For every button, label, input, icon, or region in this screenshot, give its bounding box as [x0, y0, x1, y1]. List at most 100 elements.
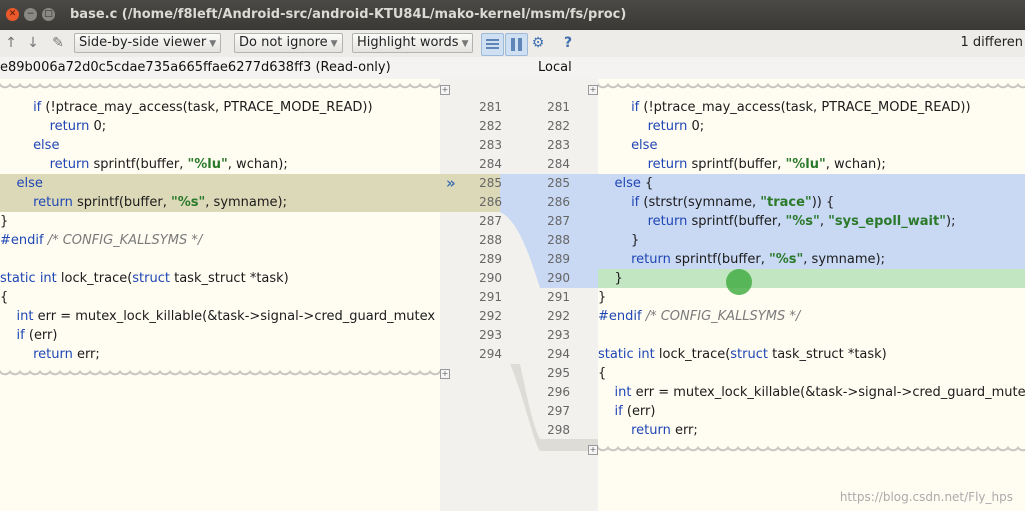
left-code-line: #endif /* CONFIG_KALLSYMS */ — [0, 233, 203, 248]
left-code-line: static int lock_trace(struct task_struct… — [0, 271, 289, 286]
right-code-line: #endif /* CONFIG_KALLSYMS */ — [598, 309, 801, 324]
close-window-button[interactable]: ✕ — [6, 8, 19, 21]
right-line-number: 283 — [547, 138, 570, 152]
apply-change-chevron-icon[interactable]: » — [446, 174, 456, 193]
left-editor-pane[interactable]: if (!ptrace_may_access(task, PTRACE_MODE… — [0, 79, 440, 511]
gutter-marker: + — [440, 369, 450, 379]
left-line-number: 293 — [479, 328, 502, 342]
left-line-number: 284 — [479, 157, 502, 171]
gutter-marker: + — [440, 85, 450, 95]
chevron-down-icon: ▼ — [209, 39, 217, 49]
left-line-number: 294 — [479, 347, 502, 361]
right-line-number: 288 — [547, 233, 570, 247]
left-line-number: 286 — [479, 195, 502, 209]
right-code-line: if (!ptrace_may_access(task, PTRACE_MODE… — [631, 100, 971, 115]
right-code-line: static int lock_trace(struct task_struct… — [598, 347, 887, 362]
right-code-line: return err; — [631, 423, 698, 438]
right-line-number: 284 — [547, 157, 570, 171]
viewer-mode-dropdown[interactable]: Side-by-side viewer ▼ — [74, 33, 222, 53]
window-title: base.c (/home/f8left/Android-src/android… — [70, 7, 627, 22]
right-line-number: 294 — [547, 347, 570, 361]
collapsed-region-marker — [0, 81, 440, 97]
highlight-mode-dropdown[interactable]: Highlight words ▼ — [352, 33, 474, 53]
maximize-window-button[interactable]: □ — [42, 8, 55, 21]
sync-scroll-toggle[interactable] — [505, 33, 528, 56]
collapsed-region-marker — [0, 368, 440, 384]
right-line-number: 295 — [547, 366, 570, 380]
left-line-number: 291 — [479, 290, 502, 304]
right-line-number: 282 — [547, 119, 570, 133]
right-line-number: 286 — [547, 195, 570, 209]
right-line-number: 287 — [547, 214, 570, 228]
gutter-marker: + — [588, 85, 598, 95]
left-line-number: 283 — [479, 138, 502, 152]
right-line-number: 285 — [547, 176, 570, 190]
right-line-number: 290 — [547, 271, 570, 285]
difference-count: 1 differen — [960, 35, 1023, 50]
viewer-mode-label: Side-by-side viewer — [79, 35, 207, 50]
next-difference-icon[interactable]: ↓ — [26, 34, 40, 52]
left-line-number: 288 — [479, 233, 502, 247]
left-code-line: return err; — [33, 347, 100, 362]
whitespace-ignore-dropdown[interactable]: Do not ignore ▼ — [234, 33, 343, 53]
right-line-number: 281 — [547, 100, 570, 114]
help-icon[interactable]: ? — [561, 34, 575, 52]
line-number-gutter: + + + + » 281 282 283 284 285 286 287 288 289 290… — [440, 79, 598, 511]
right-code-line: int err = mutex_lock_killable(&task->sig… — [614, 385, 1025, 400]
collapsed-region-marker — [598, 444, 1025, 460]
left-changed-line: else — [0, 174, 440, 193]
left-line-number: 282 — [479, 119, 502, 133]
right-inserted-line: } — [598, 269, 1025, 288]
left-line-number: 287 — [479, 214, 502, 228]
right-code-line: return 0; — [647, 119, 705, 134]
right-changed-line: else { — [598, 174, 1025, 193]
left-code-line: return 0; — [49, 119, 107, 134]
left-line-number: 285 — [479, 176, 502, 190]
settings-gear-icon[interactable]: ⚙ — [530, 34, 546, 52]
chevron-down-icon: ▼ — [461, 39, 469, 49]
left-line-number: 292 — [479, 309, 502, 323]
right-line-number: 291 — [547, 290, 570, 304]
collapse-unchanged-toggle[interactable] — [481, 33, 504, 56]
right-line-number: 298 — [547, 423, 570, 437]
previous-difference-icon[interactable]: ↑ — [4, 34, 18, 52]
watermark: https://blog.csdn.net/Fly_hps — [839, 490, 1013, 504]
left-code-line: if (!ptrace_may_access(task, PTRACE_MODE… — [33, 100, 373, 115]
right-changed-line: if (strstr(symname, "trace")) { — [598, 193, 1025, 212]
left-line-number: 281 — [479, 100, 502, 114]
left-code-line: if (err) — [16, 328, 58, 343]
left-changed-line: return sprintf(buffer, "%s", symname); — [0, 193, 440, 212]
right-code-line: else — [631, 138, 658, 153]
right-changed-line: return sprintf(buffer, "%s", "sys_epoll_… — [598, 212, 1025, 231]
left-code-line: } — [0, 214, 9, 229]
right-changed-line: return sprintf(buffer, "%s", symname); — [598, 250, 1025, 269]
right-line-number: 297 — [547, 404, 570, 418]
toolbar: ↑ ↓ ✎ Side-by-side viewer ▼ Do not ignore… — [0, 30, 1025, 58]
left-line-number: 290 — [479, 271, 502, 285]
right-code-line: return sprintf(buffer, "%lu", wchan); — [647, 157, 886, 172]
left-line-number: 289 — [479, 252, 502, 266]
revision-header: e89b006a72d0c5cdae735a665ffae6277d638ff3… — [0, 57, 1025, 79]
right-changed-line: } — [598, 231, 1025, 250]
right-line-number: 289 — [547, 252, 570, 266]
title-bar: ✕ − □ base.c (/home/f8left/Android-src/a… — [0, 0, 1025, 30]
right-line-number: 292 — [547, 309, 570, 323]
collapsed-region-marker — [598, 81, 1025, 97]
highlight-mode-label: Highlight words — [357, 35, 459, 50]
right-code-line: { — [598, 366, 607, 381]
chevron-down-icon: ▼ — [330, 39, 338, 49]
right-code-line: } — [598, 290, 607, 305]
left-code-line: else — [33, 138, 60, 153]
edit-source-icon[interactable]: ✎ — [50, 34, 66, 52]
minimize-window-button[interactable]: − — [24, 8, 37, 21]
right-editor-pane[interactable]: if (!ptrace_may_access(task, PTRACE_MODE… — [598, 79, 1025, 511]
left-revision-label: e89b006a72d0c5cdae735a665ffae6277d638ff3… — [0, 60, 391, 75]
gutter-marker: + — [588, 445, 598, 455]
right-line-number: 296 — [547, 385, 570, 399]
right-revision-label: Local — [538, 60, 572, 75]
right-line-number: 293 — [547, 328, 570, 342]
left-code-line: { — [0, 290, 9, 305]
left-code-line: int err = mutex_lock_killable(&task->sig… — [16, 309, 436, 324]
right-code-line: if (err) — [614, 404, 656, 419]
mouse-cursor-indicator — [726, 269, 752, 295]
